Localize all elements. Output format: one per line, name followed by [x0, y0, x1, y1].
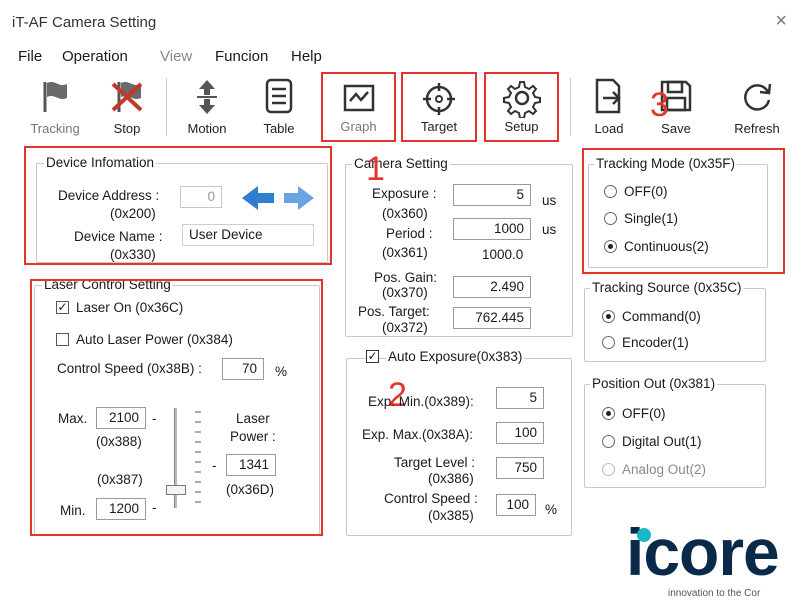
highlight-device-info	[24, 146, 332, 265]
load-label: Load	[594, 121, 624, 136]
icore-logo: icore	[626, 515, 780, 589]
logo-tagline: innovation to the Cor	[668, 588, 761, 599]
stop-button[interactable]: Stop	[96, 72, 158, 142]
pos-gain-reg: (0x370)	[382, 285, 428, 300]
pos-target-label: Pos. Target:	[358, 304, 430, 319]
menu-file[interactable]: File	[18, 48, 42, 65]
exp-max-field[interactable]: 100	[496, 422, 544, 444]
load-button[interactable]: Load	[578, 72, 640, 142]
target-level-label: Target Level :	[394, 455, 476, 470]
graph-icon	[343, 84, 374, 112]
toolbar-separator	[570, 78, 571, 136]
close-icon[interactable]: ×	[775, 10, 787, 33]
target-button[interactable]: Target	[401, 72, 477, 142]
toolbar-separator	[166, 78, 167, 136]
gear-icon	[502, 81, 541, 118]
pos-gain-label: Pos. Gain:	[374, 270, 438, 285]
window-title: iT-AF Camera Setting	[12, 14, 157, 31]
highlight-tracking-mode	[582, 148, 785, 274]
exposure-reg: (0x360)	[382, 206, 428, 221]
position-out-digital-label: Digital Out(1)	[622, 434, 702, 449]
tracking-source-group	[584, 288, 766, 362]
refresh-button[interactable]: Refresh	[726, 72, 788, 142]
title-bar: iT-AF Camera Setting ×	[0, 0, 795, 44]
refresh-label: Refresh	[734, 121, 780, 136]
setup-button[interactable]: Setup	[484, 72, 559, 142]
target-level-field[interactable]: 750	[496, 457, 544, 479]
position-out-analog-label: Analog Out(2)	[622, 462, 707, 477]
load-file-icon	[595, 78, 621, 114]
motion-label: Motion	[187, 121, 227, 136]
pos-target-field[interactable]: 762.445	[453, 307, 531, 329]
menu-operation[interactable]: Operation	[62, 48, 128, 65]
exp-min-label: Exp. Min.(0x389):	[368, 394, 474, 409]
exposure-unit: us	[542, 193, 557, 208]
ae-speed-field[interactable]: 100	[496, 494, 536, 516]
target-crosshair-icon	[423, 83, 455, 115]
highlight-laser-control	[30, 279, 323, 536]
auto-exposure-checkbox[interactable]: ✓	[366, 350, 379, 363]
toolbar: Tracking Stop Motion Table Graph Target …	[0, 72, 795, 144]
menu-view[interactable]: View	[160, 48, 192, 65]
target-level-reg: (0x386)	[428, 471, 474, 486]
table-label: Table	[263, 121, 295, 136]
exposure-field[interactable]: 5	[453, 184, 531, 206]
table-button[interactable]: Table	[248, 72, 310, 142]
motion-arrows-icon	[197, 80, 217, 114]
motion-button[interactable]: Motion	[176, 72, 238, 142]
annotation-number-1: 1	[366, 150, 385, 188]
ae-speed-reg: (0x385)	[428, 508, 474, 523]
tracking-source-encoder-radio[interactable]	[602, 336, 615, 349]
position-out-digital-radio[interactable]	[602, 435, 615, 448]
position-out-analog-radio[interactable]	[602, 463, 615, 476]
exposure-label: Exposure :	[372, 186, 437, 201]
menu-help[interactable]: Help	[291, 48, 322, 65]
flag-icon	[43, 81, 67, 112]
tracking-source-command-radio[interactable]	[602, 310, 615, 323]
period-field[interactable]: 1000	[453, 218, 531, 240]
graph-label: Graph	[340, 119, 377, 134]
exp-max-label: Exp. Max.(0x38A):	[362, 427, 474, 442]
tracking-source-command-label: Command(0)	[622, 309, 701, 324]
logo-dot	[637, 528, 651, 542]
stop-label: Stop	[113, 121, 141, 136]
stop-flag-icon	[111, 81, 143, 112]
pos-target-reg: (0x372)	[382, 320, 428, 335]
ae-speed-unit: %	[545, 502, 558, 517]
menu-bar: File Operation View Funcion Help	[0, 44, 795, 70]
position-out-off-radio[interactable]	[602, 407, 615, 420]
menu-funcion[interactable]: Funcion	[215, 48, 268, 65]
tracking-button[interactable]: Tracking	[24, 72, 86, 142]
setup-label: Setup	[504, 119, 539, 134]
table-icon	[265, 78, 293, 114]
exp-min-field[interactable]: 5	[496, 387, 544, 409]
period-unit: us	[542, 222, 557, 237]
tracking-source-legend: Tracking Source (0x35C)	[590, 280, 744, 295]
auto-exposure-legend: Auto Exposure(0x383)	[386, 349, 525, 364]
position-out-legend: Position Out (0x381)	[590, 376, 718, 391]
ae-speed-label: Control Speed :	[384, 491, 478, 506]
refresh-icon	[744, 83, 772, 111]
period-reg: (0x361)	[382, 245, 428, 260]
annotation-number-3: 3	[650, 86, 669, 124]
period-label: Period :	[386, 226, 433, 241]
position-out-off-label: OFF(0)	[622, 406, 666, 421]
target-label: Target	[420, 119, 458, 134]
graph-button[interactable]: Graph	[321, 72, 396, 142]
period-readout: 1000.0	[482, 247, 524, 262]
pos-gain-field[interactable]: 2.490	[453, 276, 531, 298]
tracking-source-encoder-label: Encoder(1)	[622, 335, 689, 350]
tracking-label: Tracking	[30, 121, 80, 136]
